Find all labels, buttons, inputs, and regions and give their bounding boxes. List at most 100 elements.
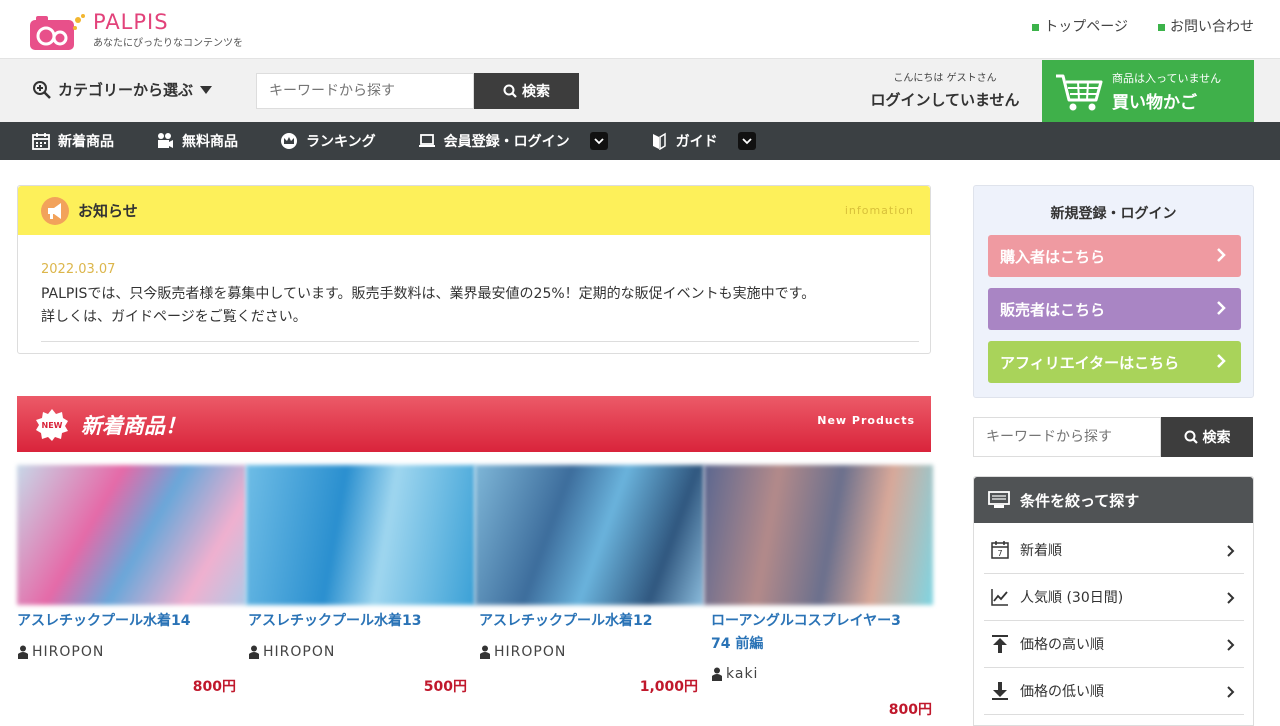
notice-divider <box>41 341 919 342</box>
product-price: 1,000円 <box>639 679 698 695</box>
affiliate-button[interactable]: アフィリエイターはこちら <box>988 341 1241 383</box>
nav-ranking[interactable]: ランキング <box>280 131 376 151</box>
filter-header: 条件を絞って探す <box>974 477 1253 523</box>
product-thumbnail[interactable] <box>17 465 246 605</box>
chevron-right-icon <box>1227 686 1235 698</box>
main-nav: 新着商品 無料商品 ランキング 会員登録・ログイン ガイド <box>0 122 1280 160</box>
filter-popular[interactable]: 人気順 (30日間) <box>984 574 1244 621</box>
nav-ranking-label: ランキング <box>306 134 376 150</box>
product-thumbnail[interactable] <box>475 465 704 605</box>
category-select[interactable]: カテゴリーから選ぶ <box>32 79 213 100</box>
product-author[interactable]: HIROPON <box>248 644 470 660</box>
arrow-up-icon <box>992 635 1008 653</box>
chevron-down-icon <box>741 138 752 145</box>
shopping-cart-icon <box>1056 74 1103 111</box>
filter-title: 条件を絞って探す <box>1020 491 1140 510</box>
product-author-name: HIROPON <box>32 644 105 660</box>
person-icon <box>480 645 490 659</box>
filter-price-low-label: 価格の低い順 <box>1020 684 1104 700</box>
product-title[interactable]: アスレチックプール水着13 <box>248 610 470 633</box>
seller-button-label: 販売者はこちら <box>1000 300 1106 319</box>
product-thumbnail[interactable] <box>704 465 933 605</box>
product-title[interactable]: アスレチックプール水着14 <box>17 610 239 633</box>
camera-logo-icon <box>30 14 85 50</box>
zoom-plus-icon <box>33 80 51 99</box>
svg-text:NEW: NEW <box>42 421 63 430</box>
dropdown-toggle-register[interactable] <box>589 132 608 150</box>
line-chart-icon <box>991 589 1008 606</box>
product-author[interactable]: kaki <box>711 666 933 682</box>
sidebar-search-input[interactable] <box>973 417 1161 457</box>
person-icon <box>18 645 28 659</box>
chevron-right-icon <box>1217 301 1226 315</box>
product-card[interactable]: アスレチックプール水着12 HIROPON 1,000円 <box>479 610 701 695</box>
notice-date: 2022.03.07 <box>41 262 116 277</box>
megaphone-icon <box>41 196 69 225</box>
nav-new-products[interactable]: 新着商品 <box>32 131 114 151</box>
nav-register-login[interactable]: 会員登録・ログイン <box>418 131 608 151</box>
logo-tagline: あなたにぴったりなコンテンツを <box>93 38 243 49</box>
calendar-icon: 7 <box>991 541 1009 559</box>
header-search-input[interactable] <box>256 73 474 109</box>
search-icon <box>1184 430 1198 444</box>
notice-header: お知らせ infomation <box>18 186 930 235</box>
person-icon <box>712 667 722 681</box>
seller-button[interactable]: 販売者はこちら <box>988 288 1241 330</box>
new-products-header: NEW 新着商品！ New Products <box>17 396 931 452</box>
top-links: トップページ お問い合わせ <box>1032 16 1254 36</box>
crown-icon <box>281 133 297 149</box>
top-page-link[interactable]: トップページ <box>1032 16 1128 36</box>
contact-link[interactable]: お問い合わせ <box>1158 16 1254 36</box>
chevron-right-icon <box>1217 248 1226 262</box>
product-author[interactable]: HIROPON <box>17 644 239 660</box>
arrow-down-icon <box>992 682 1008 700</box>
product-price: 800円 <box>192 679 236 695</box>
product-list: アスレチックプール水着14 HIROPON 800円 アスレチックプール水着13… <box>17 610 933 720</box>
top-page-link-label: トップページ <box>1044 19 1128 35</box>
person-icon <box>249 645 259 659</box>
product-author-name: HIROPON <box>263 644 336 660</box>
buyer-button[interactable]: 購入者はこちら <box>988 235 1241 277</box>
login-status[interactable]: こんにちは ゲストさん ログインしていません <box>860 69 1030 110</box>
chevron-right-icon <box>1217 354 1226 368</box>
monitor-icon <box>988 491 1010 508</box>
search-bar: カテゴリーから選ぶ 検索 こんにちは ゲストさん ログインしていません 商品は入… <box>0 58 1280 122</box>
header-search-button[interactable]: 検索 <box>474 73 579 109</box>
header-search-label: 検索 <box>522 84 550 100</box>
filter-price-low[interactable]: 価格の低い順 <box>984 668 1244 715</box>
nav-guide-label: ガイド <box>675 134 718 150</box>
greeting-text: こんにちは ゲストさん <box>893 73 997 84</box>
new-products-title: 新着商品！ <box>81 414 186 438</box>
notice-line-1: PALPISでは、只今販売者様を募集中しています。販売手数料は、業界最安値の25… <box>41 286 816 302</box>
chevron-right-icon <box>1227 639 1235 651</box>
search-icon <box>503 84 517 98</box>
product-author[interactable]: HIROPON <box>479 644 701 660</box>
product-price: 500円 <box>423 679 467 695</box>
product-title[interactable]: アスレチックプール水着12 <box>479 610 701 633</box>
product-card[interactable]: アスレチックプール水着13 HIROPON 500円 <box>248 610 470 695</box>
register-title: 新規登録・ログイン <box>1050 206 1177 222</box>
product-card[interactable]: アスレチックプール水着14 HIROPON 800円 <box>17 610 239 695</box>
filter-newest[interactable]: 7 新着順 <box>984 527 1244 574</box>
filter-price-high[interactable]: 価格の高い順 <box>984 621 1244 668</box>
cart-label: 買い物かご <box>1112 93 1197 113</box>
dropdown-toggle-guide[interactable] <box>737 132 756 150</box>
notice-title: お知らせ <box>78 202 138 220</box>
nav-free-products-label: 無料商品 <box>182 134 238 150</box>
filter-panel: 条件を絞って探す 7 新着順 人気順 (30日間) 価格の高い順 価格の低い順 <box>973 476 1254 726</box>
video-camera-icon <box>158 133 173 148</box>
contact-link-label: お問い合わせ <box>1170 19 1254 35</box>
nav-free-products[interactable]: 無料商品 <box>156 131 238 151</box>
product-author-name: kaki <box>726 666 759 682</box>
filter-popular-label: 人気順 (30日間) <box>1020 590 1124 606</box>
filter-price-high-label: 価格の高い順 <box>1020 637 1104 653</box>
product-card[interactable]: ローアングルコスプレイヤー3 74 前編 kaki 800円 <box>711 610 933 718</box>
product-thumbnail[interactable] <box>246 465 475 605</box>
sidebar-search-button[interactable]: 検索 <box>1161 417 1253 457</box>
product-title[interactable]: ローアングルコスプレイヤー3 74 前編 <box>711 610 933 656</box>
notice-box: お知らせ infomation 2022.03.07 PALPISでは、只今販売… <box>17 185 931 354</box>
cart-button[interactable]: 商品は入っていません 買い物かご <box>1042 60 1254 122</box>
nav-guide[interactable]: ガイド <box>650 131 756 151</box>
filter-newest-label: 新着順 <box>1020 543 1062 559</box>
site-logo[interactable]: PALPIS あなたにぴったりなコンテンツを <box>30 8 290 50</box>
